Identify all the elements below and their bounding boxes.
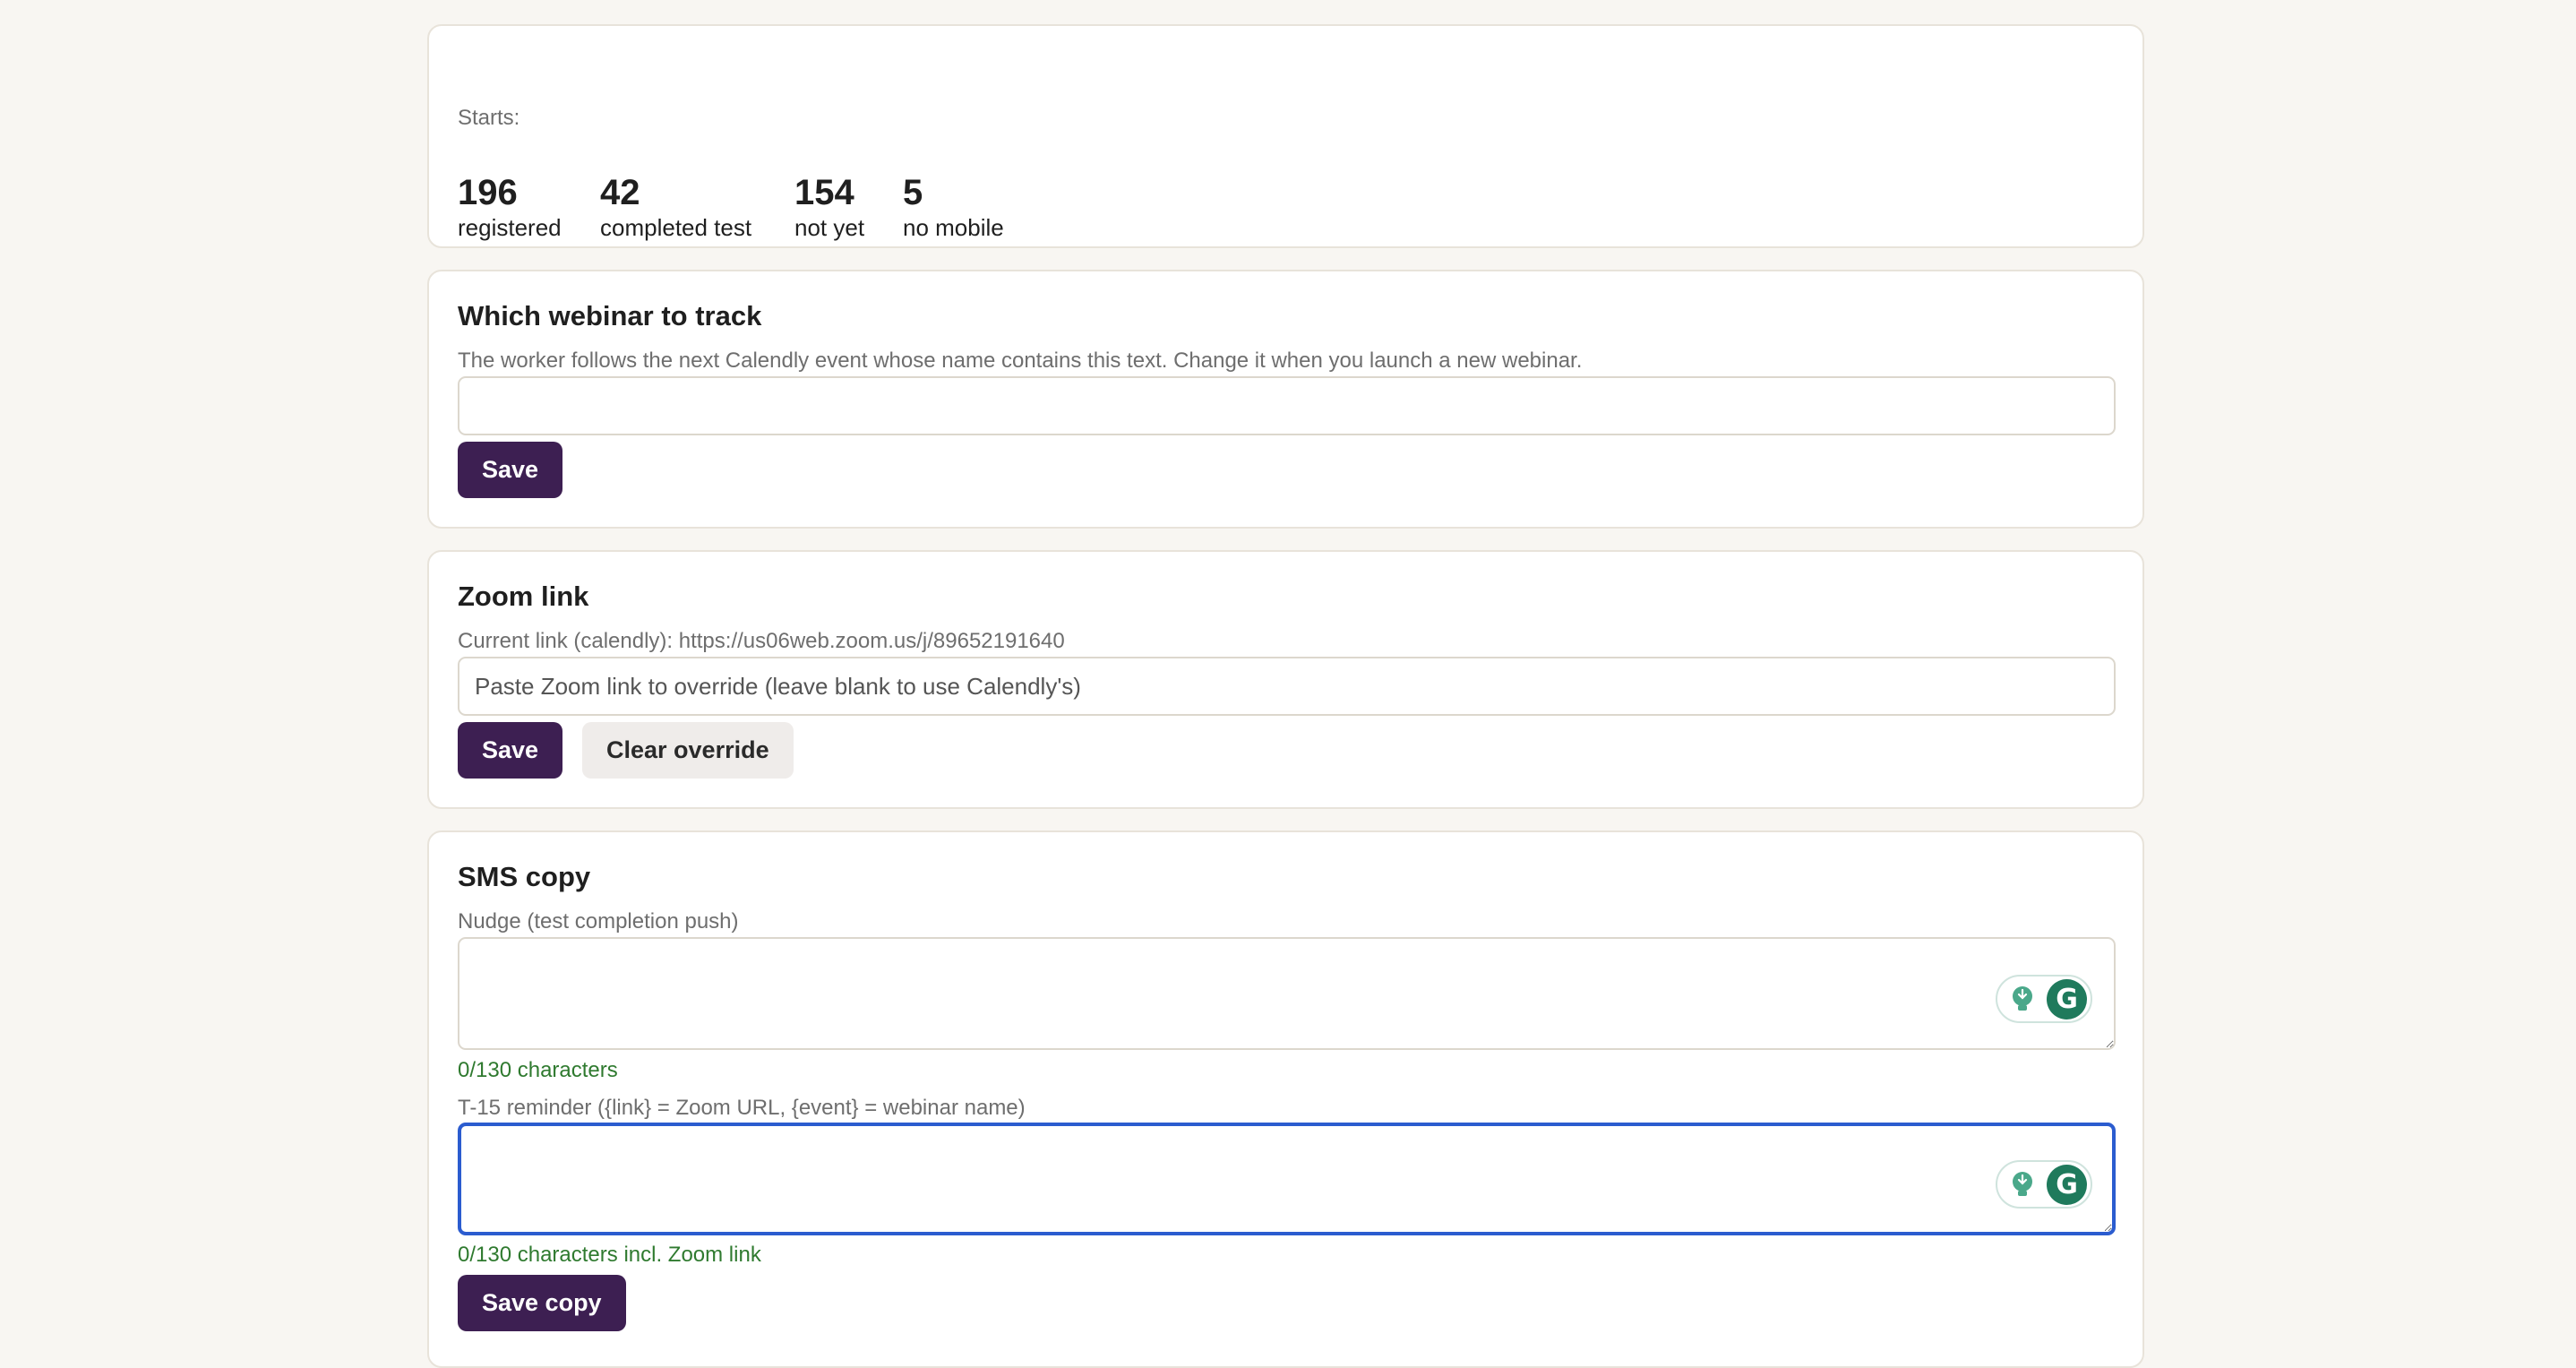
grammarly-g-icon: G	[2047, 1165, 2087, 1205]
nudge-textarea[interactable]	[458, 937, 2116, 1050]
sms-copy-card: SMS copy Nudge (test completion push) G …	[427, 830, 2144, 1368]
lightbulb-icon	[2013, 1172, 2032, 1196]
nudge-textarea-wrap: G	[458, 937, 2116, 1050]
stat-completed-test: 42 completed test	[600, 172, 751, 242]
stats-card: Starts: 196 registered 42 completed test…	[427, 24, 2144, 248]
zoom-save-button[interactable]: Save	[458, 722, 563, 779]
writing-assistant-widget[interactable]: G	[1996, 975, 2092, 1023]
webinar-name-input[interactable]	[458, 376, 2116, 435]
stat-label: completed test	[600, 214, 752, 241]
stat-label: not yet	[794, 214, 865, 241]
stat-value: 42	[600, 173, 640, 212]
sms-title: SMS copy	[458, 861, 591, 892]
nudge-character-counter: 0/130 characters	[458, 1058, 618, 1082]
webinar-save-button[interactable]: Save	[458, 442, 563, 498]
starts-label: Starts:	[458, 106, 520, 130]
stat-label: no mobile	[903, 214, 1004, 241]
webinar-card: Which webinar to track The worker follow…	[427, 270, 2144, 529]
stat-no-mobile: 5 no mobile	[903, 172, 1004, 242]
stat-value: 5	[903, 173, 923, 212]
lightbulb-icon	[2013, 986, 2032, 1011]
save-copy-button[interactable]: Save copy	[458, 1275, 626, 1331]
writing-assistant-widget[interactable]: G	[1996, 1160, 2092, 1209]
stat-value: 154	[794, 173, 854, 212]
reminder-label: T-15 reminder ({link} = Zoom URL, {event…	[458, 1096, 1026, 1120]
webinar-title: Which webinar to track	[458, 300, 762, 331]
reminder-textarea[interactable]	[458, 1123, 2116, 1235]
zoom-card: Zoom link Current link (calendly): https…	[427, 550, 2144, 809]
stat-registered: 196 registered	[458, 172, 562, 242]
stat-not-yet: 154 not yet	[794, 172, 864, 242]
clear-override-button[interactable]: Clear override	[582, 722, 794, 779]
nudge-label: Nudge (test completion push)	[458, 909, 739, 934]
reminder-textarea-wrap: G	[458, 1123, 2116, 1235]
stat-label: registered	[458, 214, 562, 241]
zoom-link-input[interactable]	[458, 657, 2116, 716]
grammarly-g-icon: G	[2047, 979, 2087, 1020]
reminder-character-counter: 0/130 characters incl. Zoom link	[458, 1243, 761, 1267]
zoom-title: Zoom link	[458, 581, 589, 612]
webinar-description: The worker follows the next Calendly eve…	[458, 348, 1583, 373]
stat-value: 196	[458, 173, 518, 212]
zoom-current-link: Current link (calendly): https://us06web…	[458, 629, 1065, 653]
